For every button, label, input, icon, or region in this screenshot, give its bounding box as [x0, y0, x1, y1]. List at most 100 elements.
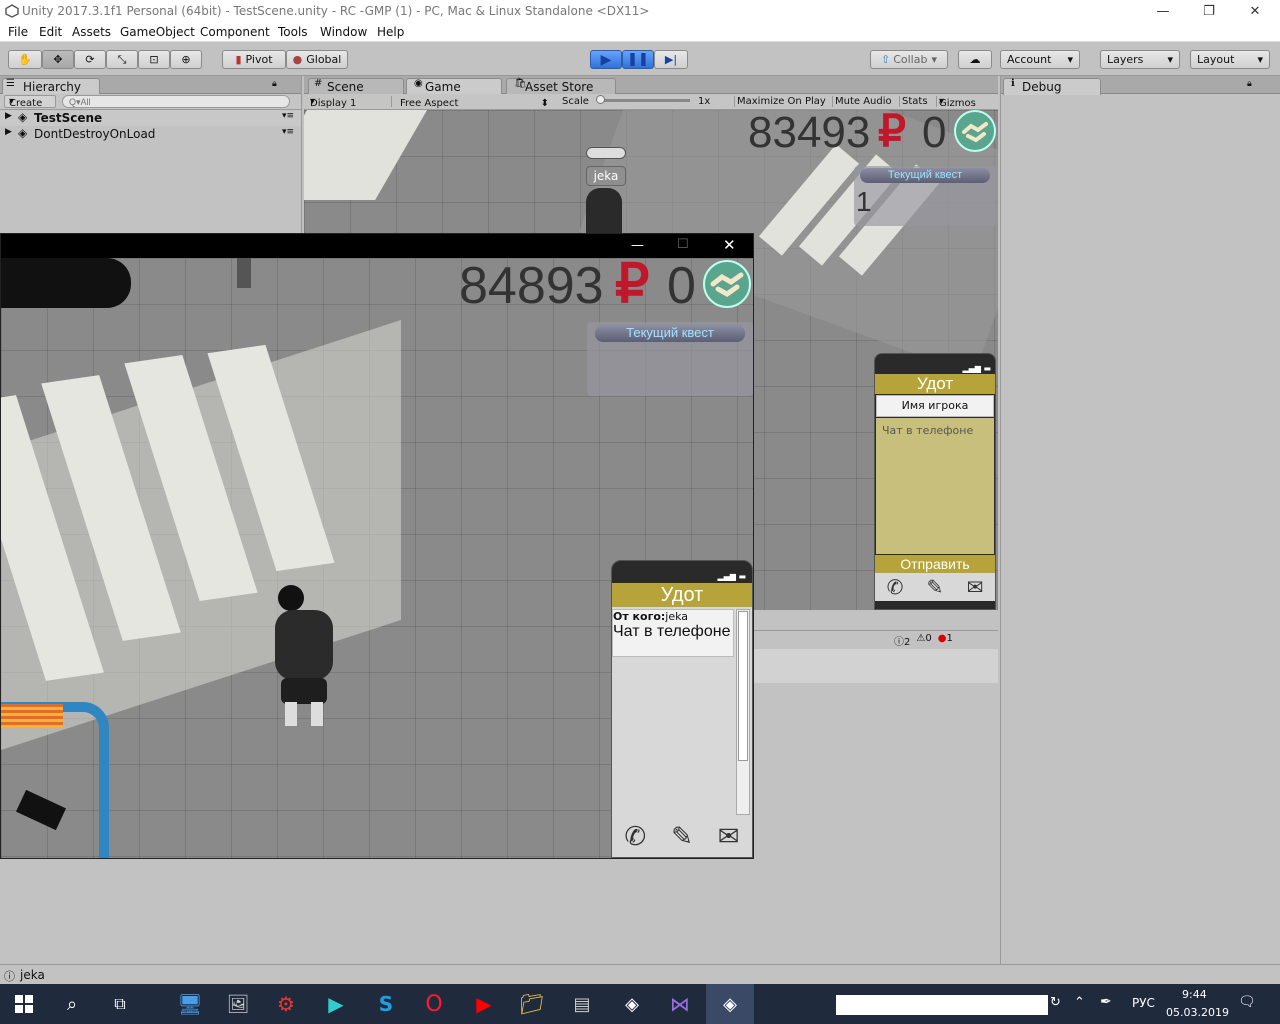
step-button[interactable]: ▶|	[654, 50, 688, 69]
move-tool-button[interactable]: ✥	[42, 50, 74, 69]
handshake-icon[interactable]	[703, 260, 751, 308]
image-app-icon[interactable]: 🖼︎	[214, 984, 262, 1024]
menu-edit[interactable]: Edit	[39, 25, 62, 39]
clock-date[interactable]: 05.03.2019	[1166, 1006, 1229, 1019]
menu-component[interactable]: Component	[200, 25, 270, 39]
standalone-viewport[interactable]: 84893 ₽ 0 Текущий квест ▂▄▆ ▬ Удот От ко…	[1, 258, 753, 858]
scale-slider[interactable]	[598, 99, 690, 102]
spreadsheet-app-icon[interactable]: ▶	[312, 984, 360, 1024]
skype-icon[interactable]: S	[362, 984, 410, 1024]
chevron-up-icon[interactable]: ⌃	[1074, 995, 1085, 1010]
minimize-button[interactable]: —	[631, 238, 644, 253]
notifications-icon[interactable]: 🗨︎	[1238, 994, 1256, 1010]
daemon-app-icon[interactable]: ⚙	[262, 984, 310, 1024]
menu-gameobject[interactable]: GameObject	[120, 25, 195, 39]
taskbar-search-input[interactable]	[836, 995, 1048, 1015]
quest-panel: Текущий квест 1	[854, 166, 996, 226]
scale-tool-button[interactable]: ⤡	[106, 50, 138, 69]
send-button[interactable]: Отправить	[875, 555, 995, 573]
phone-chat-area[interactable]: От кого:jeka Чат в телефоне	[612, 607, 752, 817]
monitor-app-icon[interactable]: 🖥︎	[166, 984, 214, 1024]
menu-window[interactable]: Window	[320, 25, 367, 39]
maximize-button[interactable]: ☐	[677, 237, 689, 252]
envelope-icon[interactable]: ✉	[967, 575, 984, 599]
handshake-icon[interactable]	[954, 110, 996, 152]
close-button[interactable]: ✕	[1232, 0, 1278, 22]
clock-time[interactable]: 9:44	[1182, 988, 1207, 1001]
expand-arrow-icon[interactable]: ▶	[5, 111, 12, 121]
stats-toggle[interactable]: Stats	[899, 96, 928, 107]
window-app-icon[interactable]: ▤	[558, 984, 606, 1024]
warning-count[interactable]: ⚠0	[916, 633, 931, 647]
create-dropdown[interactable]: Create ▾	[4, 95, 56, 109]
tab-scene[interactable]: Scene	[308, 78, 404, 95]
hierarchy-row-dontdestroy[interactable]: ▶ ◈ DontDestroyOnLoad ▾≡	[0, 126, 301, 142]
task-view-icon[interactable]: ⧉	[96, 984, 144, 1024]
expand-arrow-icon[interactable]: ▶	[5, 127, 12, 137]
standalone-titlebar: — ☐ ✕	[1, 234, 753, 258]
pencil-icon[interactable]: ✎	[671, 822, 693, 852]
layout-dropdown[interactable]: Layout ▾	[1190, 50, 1270, 69]
restore-button[interactable]: ❐	[1186, 0, 1232, 22]
folder-icon[interactable]: 📁︎	[508, 984, 556, 1024]
transform-tool-button[interactable]: ⊕	[170, 50, 202, 69]
visual-studio-icon[interactable]: ⋈	[656, 984, 704, 1024]
phone-chat-input[interactable]: Чат в телефоне	[876, 418, 994, 554]
tab-debug[interactable]: Debug	[1003, 78, 1101, 95]
language-indicator[interactable]: РУС	[1132, 996, 1155, 1010]
refresh-icon[interactable]: ↻	[1050, 995, 1061, 1010]
phone-call-icon[interactable]: ✆	[624, 822, 646, 852]
menu-help[interactable]: Help	[377, 25, 404, 39]
debug-panel: Debug ℹ 🔒︎	[1000, 76, 1280, 964]
close-button[interactable]: ✕	[723, 236, 736, 254]
menu-assets[interactable]: Assets	[72, 25, 111, 39]
play-button[interactable]: ▶	[590, 50, 622, 69]
pencil-icon[interactable]: ✎	[927, 575, 944, 599]
envelope-icon[interactable]: ✉	[718, 822, 740, 852]
status-message[interactable]: jeka	[20, 968, 45, 982]
hierarchy-item-label: DontDestroyOnLoad	[34, 127, 156, 141]
menu-tools[interactable]: Tools	[278, 25, 308, 39]
collab-label: Collab	[893, 53, 928, 66]
cloud-up-icon: ⇧	[881, 53, 891, 66]
opera-icon[interactable]: O	[410, 984, 458, 1024]
hierarchy-search-input[interactable]	[62, 95, 290, 108]
error-count[interactable]: ●1	[938, 633, 953, 647]
chat-scrollbar-thumb[interactable]	[738, 611, 748, 761]
pen-icon[interactable]: ✒	[1100, 994, 1112, 1010]
layers-dropdown[interactable]: Layers ▾	[1100, 50, 1180, 69]
start-button[interactable]	[0, 984, 48, 1024]
unity-icon[interactable]: ◈	[608, 984, 656, 1024]
lock-icon[interactable]: 🔒︎	[272, 79, 277, 89]
lock-icon[interactable]: 🔒︎	[1247, 79, 1252, 89]
phone-call-icon[interactable]: ✆	[887, 575, 904, 599]
info-count[interactable]: ⓘ2	[894, 633, 910, 648]
mute-audio-toggle[interactable]: Mute Audio	[832, 96, 892, 107]
cloud-button[interactable]: ☁	[958, 50, 992, 69]
pause-button[interactable]: ❚❚	[622, 50, 654, 69]
player-character	[271, 584, 337, 734]
unity-active-icon[interactable]: ◈	[706, 984, 754, 1024]
options-icon[interactable]: ▾≡	[282, 127, 294, 137]
tab-hierarchy[interactable]: Hierarchy	[2, 78, 100, 95]
hierarchy-row-testscene[interactable]: ▶ ◈ TestScene ▾≡	[0, 110, 301, 126]
pivot-toggle[interactable]: ▮ Pivot	[222, 50, 286, 69]
windows-taskbar: ⌕ ⧉ 🖥︎ 🖼︎ ⚙ ▶ S O ▶ 📁︎ ▤ ◈ ⋈ ◈ ↻ ⌃ ✒ РУС…	[0, 984, 1280, 1024]
account-dropdown[interactable]: Account ▾	[1000, 50, 1080, 69]
chat-scrollbar[interactable]	[736, 609, 750, 815]
search-icon[interactable]: ⌕	[48, 984, 96, 1024]
minimize-button[interactable]: —	[1140, 0, 1186, 22]
gizmos-dropdown[interactable]: Gizmos ▾	[936, 96, 976, 109]
hand-tool-button[interactable]: ✋	[8, 50, 42, 69]
rect-tool-button[interactable]: ⊡	[138, 50, 170, 69]
collab-dropdown[interactable]: ⇧ Collab ▾	[870, 50, 948, 69]
options-icon[interactable]: ▾≡	[282, 111, 294, 121]
menu-file[interactable]: File	[8, 25, 28, 39]
global-toggle[interactable]: ● Global	[286, 50, 348, 69]
youtube-icon[interactable]: ▶	[460, 984, 508, 1024]
rotate-tool-button[interactable]: ⟳	[74, 50, 106, 69]
scale-slider-thumb[interactable]	[596, 95, 605, 104]
maximize-on-play-toggle[interactable]: Maximize On Play	[734, 96, 826, 107]
player-name-field[interactable]: Имя игрока	[876, 395, 994, 417]
display-dropdown[interactable]: Display 1 ▾	[310, 96, 392, 109]
